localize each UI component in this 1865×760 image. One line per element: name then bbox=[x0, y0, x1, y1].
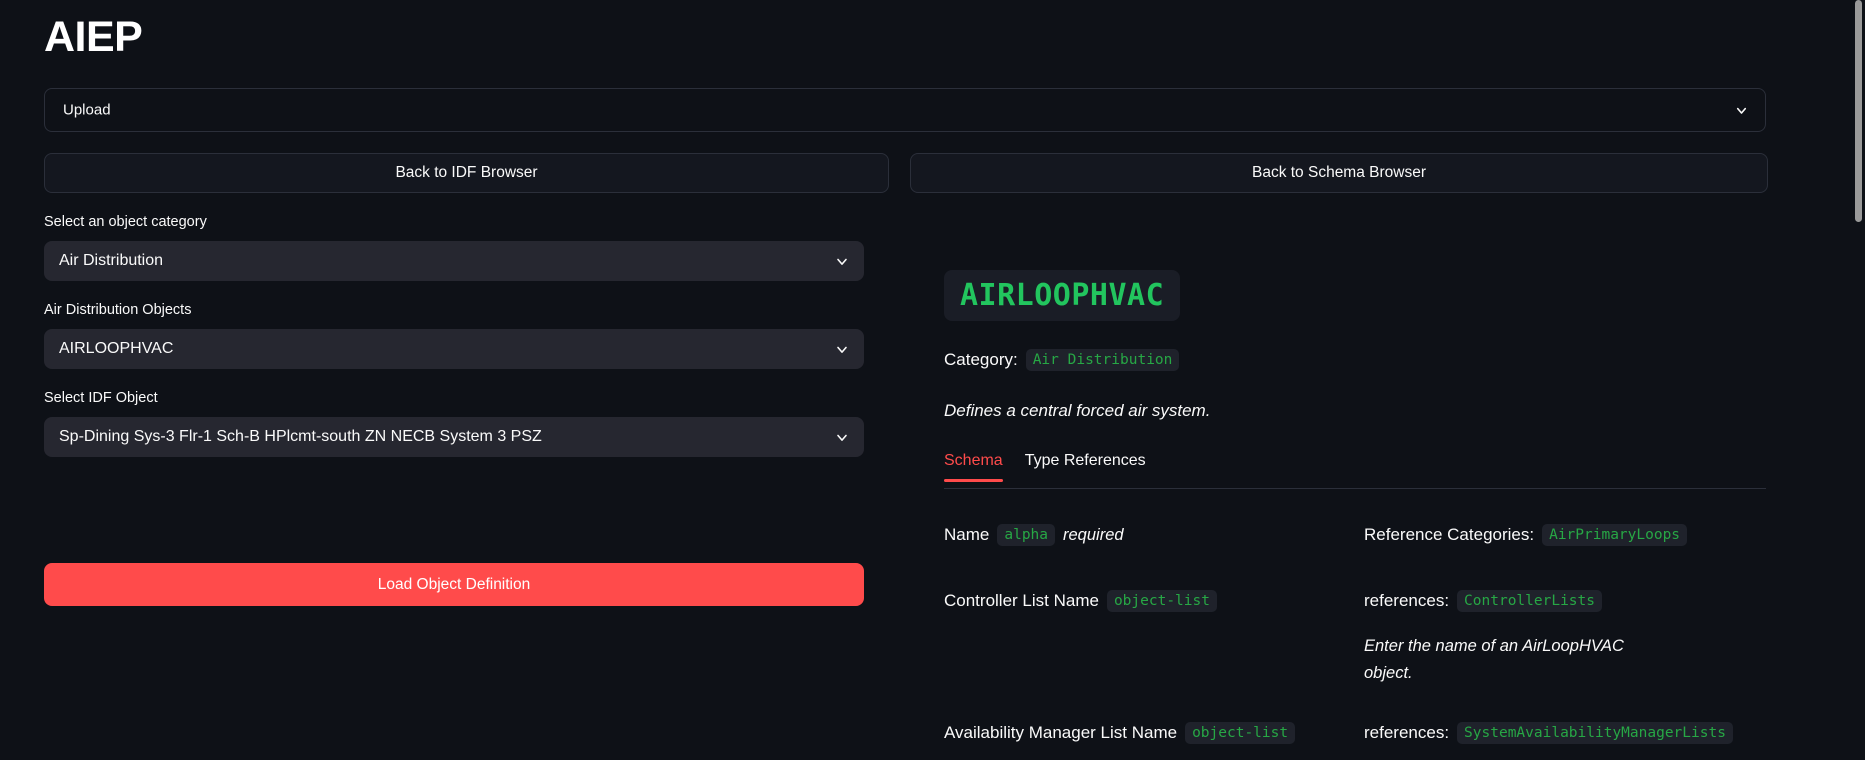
schema-field-cell: Availability Manager List Name object-li… bbox=[944, 718, 1364, 748]
tab-type-references[interactable]: Type References bbox=[1025, 452, 1146, 481]
reference-value-badge: SystemAvailabilityManagerLists bbox=[1457, 722, 1733, 745]
field-name: Availability Manager List Name bbox=[944, 723, 1178, 743]
object-name: AIRLOOPHVAC bbox=[960, 278, 1165, 313]
category-select[interactable]: Air Distribution bbox=[44, 241, 864, 281]
schema-tabs: Schema Type References bbox=[944, 452, 1766, 489]
schema-fields-list: Name alpha required Reference Categories… bbox=[944, 520, 1774, 755]
chevron-down-icon[interactable] bbox=[833, 341, 850, 358]
object-description: Defines a central forced air system. bbox=[944, 401, 1211, 420]
upload-expander[interactable]: Upload bbox=[44, 88, 1766, 132]
schema-reference-cell: Reference Categories: AirPrimaryLoops bbox=[1364, 520, 1774, 550]
field-required-flag: required bbox=[1063, 525, 1124, 544]
field-type-badge: object-list bbox=[1106, 590, 1217, 612]
schema-field-cell: Controller List Name object-list bbox=[944, 586, 1364, 686]
load-object-definition-button[interactable]: Load Object Definition bbox=[44, 563, 864, 606]
schema-row: Name alpha required Reference Categories… bbox=[944, 520, 1774, 550]
back-to-schema-browser-button[interactable]: Back to Schema Browser bbox=[910, 153, 1768, 193]
reference-label: references: bbox=[1364, 723, 1450, 743]
reference-value-badge: ControllerLists bbox=[1457, 590, 1602, 612]
upload-expander-label: Upload bbox=[63, 101, 111, 119]
reference-label: Reference Categories: bbox=[1364, 525, 1535, 544]
field-name: Name bbox=[944, 525, 990, 544]
app-root: AIEP Upload Back to IDF Browser Back to … bbox=[0, 0, 1865, 760]
back-to-idf-browser-button[interactable]: Back to IDF Browser bbox=[44, 153, 889, 193]
category-select-label: Select an object category bbox=[44, 214, 207, 230]
category-select-value: Air Distribution bbox=[59, 252, 164, 269]
field-type-badge: object-list bbox=[1185, 722, 1296, 745]
tab-schema[interactable]: Schema bbox=[944, 452, 1003, 482]
field-note: Enter the name of an AirLoopHVAC object. bbox=[1364, 637, 1624, 682]
reference-label: references: bbox=[1364, 591, 1450, 610]
schema-reference-cell: references: SystemAvailabilityManagerLis… bbox=[1364, 718, 1774, 748]
vertical-scrollbar-thumb[interactable] bbox=[1855, 0, 1862, 222]
field-type-badge: alpha bbox=[997, 524, 1056, 546]
schema-row: Controller List Name object-list referen… bbox=[944, 586, 1774, 686]
objects-select-value: AIRLOOPHVAC bbox=[59, 340, 174, 357]
schema-reference-cell: references: ControllerLists Enter the na… bbox=[1364, 586, 1774, 686]
schema-row: Availability Manager List Name object-li… bbox=[944, 718, 1774, 748]
chevron-down-icon[interactable] bbox=[833, 253, 850, 270]
vertical-scrollbar-track[interactable] bbox=[1852, 0, 1865, 760]
page-title: AIEP bbox=[44, 13, 143, 61]
object-name-badge: AIRLOOPHVAC bbox=[944, 270, 1181, 321]
category-value: Air Distribution bbox=[1025, 349, 1180, 371]
chevron-down-icon[interactable] bbox=[833, 429, 850, 446]
field-name: Controller List Name bbox=[944, 591, 1099, 610]
objects-select[interactable]: AIRLOOPHVAC bbox=[44, 329, 864, 369]
objects-select-label: Air Distribution Objects bbox=[44, 302, 192, 318]
category-label: Category: bbox=[944, 350, 1018, 369]
reference-value-badge: AirPrimaryLoops bbox=[1542, 524, 1688, 546]
category-row: Category: Air Distribution bbox=[944, 349, 1180, 371]
idf-object-select-value: Sp-Dining Sys-3 Flr-1 Sch-B HPlcmt-south… bbox=[59, 428, 542, 445]
idf-object-select-label: Select IDF Object bbox=[44, 390, 158, 406]
idf-object-select[interactable]: Sp-Dining Sys-3 Flr-1 Sch-B HPlcmt-south… bbox=[44, 417, 864, 457]
chevron-down-icon bbox=[1733, 102, 1749, 118]
schema-field-cell: Name alpha required bbox=[944, 520, 1364, 550]
